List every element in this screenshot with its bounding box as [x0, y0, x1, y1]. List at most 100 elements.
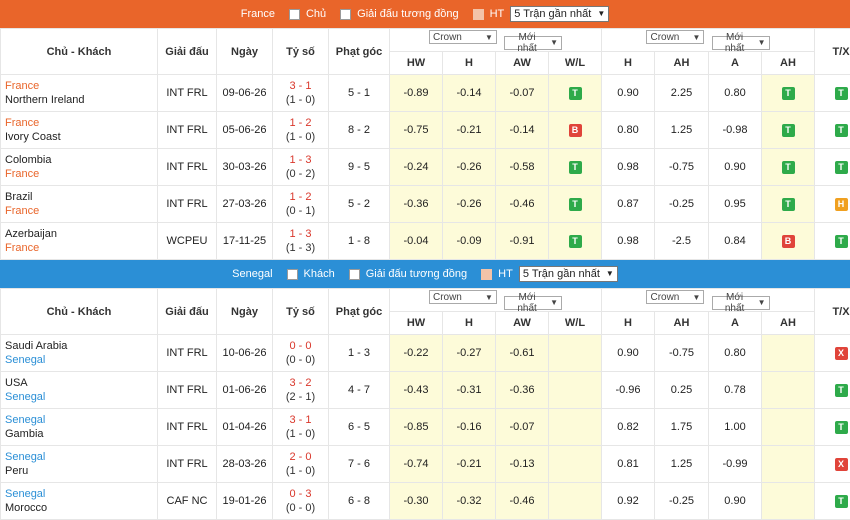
away-team[interactable]: Senegal — [5, 390, 157, 404]
ah-line: -0.75 — [655, 335, 709, 372]
home-team[interactable]: Senegal — [5, 487, 157, 501]
home-team[interactable]: Senegal — [5, 450, 157, 464]
odds-time-select-1[interactable]: Mới nhất▼ — [504, 36, 562, 50]
wl-badge: B — [569, 124, 582, 137]
bookmaker-select-2[interactable]: Crown▼ — [646, 290, 704, 304]
tx-badge: T — [835, 421, 848, 434]
col-h2: H — [602, 52, 655, 75]
score-cell: 3 - 1 (1 - 0) — [273, 75, 329, 112]
away-team[interactable]: Ivory Coast — [5, 130, 157, 144]
ah-a-odds: 0.80 — [709, 335, 762, 372]
table-row[interactable]: France Ivory Coast INT FRL 05-06-26 1 - … — [1, 112, 850, 149]
col-score: Tỷ số — [273, 289, 329, 335]
odds-time-select-1[interactable]: Mới nhất▼ — [504, 296, 562, 310]
col-corner: Phạt góc — [329, 29, 390, 75]
tx-badge: T — [835, 384, 848, 397]
table-row[interactable]: Saudi Arabia Senegal INT FRL 10-06-26 0 … — [1, 335, 850, 372]
tx-badge: T — [835, 235, 848, 248]
ah-line: 1.25 — [655, 112, 709, 149]
half-time-score: (0 - 0) — [273, 501, 328, 515]
ah-a-odds: -0.98 — [709, 112, 762, 149]
tx-badge: X — [835, 458, 848, 471]
same-league-checkbox[interactable] — [340, 9, 351, 20]
same-league-checkbox[interactable] — [349, 269, 360, 280]
ht-checkbox[interactable] — [481, 269, 492, 280]
ah-result-cell: T — [762, 75, 815, 112]
wl-badge: T — [569, 235, 582, 248]
odds-time-select-2[interactable]: Mới nhất▼ — [712, 296, 770, 310]
away-team[interactable]: Gambia — [5, 427, 157, 441]
table-row[interactable]: Senegal Gambia INT FRL 01-04-26 3 - 1 (1… — [1, 409, 850, 446]
teams-cell: Azerbaijan France — [1, 223, 158, 260]
chevron-down-icon: ▼ — [693, 293, 701, 302]
league-cell: INT FRL — [158, 75, 217, 112]
odds-time-value: Mới nhất — [716, 32, 754, 54]
home-team[interactable]: France — [5, 79, 157, 93]
chevron-down-icon: ▼ — [550, 298, 558, 307]
ah-result-cell — [762, 335, 815, 372]
home-team[interactable]: USA — [5, 376, 157, 390]
wl-badge: T — [569, 161, 582, 174]
tx-badge: X — [835, 347, 848, 360]
home-team[interactable]: Colombia — [5, 153, 157, 167]
tx-cell: T — [815, 75, 850, 112]
table-row[interactable]: France Northern Ireland INT FRL 09-06-26… — [1, 75, 850, 112]
ht-label: HT — [490, 8, 505, 20]
table-row[interactable]: Senegal Peru INT FRL 28-03-26 2 - 0 (1 -… — [1, 446, 850, 483]
chevron-down-icon: ▼ — [485, 293, 493, 302]
away-team[interactable]: Peru — [5, 464, 157, 478]
ah-result-cell: T — [762, 112, 815, 149]
col-aw: AW — [496, 52, 549, 75]
away-team[interactable]: France — [5, 167, 157, 181]
home-team[interactable]: France — [5, 116, 157, 130]
team-name: Senegal — [232, 268, 272, 280]
away-team[interactable]: Senegal — [5, 353, 157, 367]
odds-time-select-2[interactable]: Mới nhất▼ — [712, 36, 770, 50]
col-h: H — [443, 312, 496, 335]
col-league: Giải đấu — [158, 29, 217, 75]
aw-odds: -0.13 — [496, 446, 549, 483]
bookmaker-select-1[interactable]: Crown▼ — [429, 290, 497, 304]
match-count-select[interactable]: 5 Trận gần nhất▼ — [510, 6, 609, 22]
col-aw: AW — [496, 312, 549, 335]
ah-line: 0.25 — [655, 372, 709, 409]
ht-checkbox[interactable] — [473, 9, 484, 20]
table-row[interactable]: Azerbaijan France WCPEU 17-11-25 1 - 3 (… — [1, 223, 850, 260]
away-team[interactable]: Northern Ireland — [5, 93, 157, 107]
hw-odds: -0.89 — [390, 75, 443, 112]
col-wl: W/L — [549, 52, 602, 75]
home-away-checkbox[interactable] — [289, 9, 300, 20]
half-time-score: (2 - 1) — [273, 390, 328, 404]
col-h: H — [443, 52, 496, 75]
full-time-score: 0 - 0 — [273, 339, 328, 353]
home-team[interactable]: Saudi Arabia — [5, 339, 157, 353]
ah-h-odds: 0.90 — [602, 335, 655, 372]
ah-result-badge: B — [782, 235, 795, 248]
table-row[interactable]: USA Senegal INT FRL 01-06-26 3 - 2 (2 - … — [1, 372, 850, 409]
away-team[interactable]: France — [5, 241, 157, 255]
bookmaker-select-1[interactable]: Crown▼ — [429, 30, 497, 44]
ah-result-cell: B — [762, 223, 815, 260]
table-row[interactable]: Colombia France INT FRL 30-03-26 1 - 3 (… — [1, 149, 850, 186]
table-row[interactable]: Brazil France INT FRL 27-03-26 1 - 2 (0 … — [1, 186, 850, 223]
match-count-select[interactable]: 5 Trận gần nhất▼ — [519, 266, 618, 282]
bookmaker-select-2[interactable]: Crown▼ — [646, 30, 704, 44]
home-team[interactable]: Senegal — [5, 413, 157, 427]
match-count-value: 5 Trận gần nhất — [514, 7, 591, 21]
col-score: Tỷ số — [273, 29, 329, 75]
home-team[interactable]: Brazil — [5, 190, 157, 204]
corner-cell: 5 - 1 — [329, 75, 390, 112]
odds-1x2-selectors: Crown▼ Mới nhất▼ — [390, 289, 602, 312]
filter-bar: Senegal Khách Giải đấu tương đồng HT 5 T… — [0, 260, 850, 288]
home-away-checkbox[interactable] — [287, 269, 298, 280]
ah-line: 1.25 — [655, 446, 709, 483]
ah-result-cell — [762, 409, 815, 446]
col-tx: T/X — [815, 289, 850, 335]
ah-a-odds: 1.00 — [709, 409, 762, 446]
away-team[interactable]: France — [5, 204, 157, 218]
col-corner: Phạt góc — [329, 289, 390, 335]
teams-cell: Saudi Arabia Senegal — [1, 335, 158, 372]
aw-odds: -0.36 — [496, 372, 549, 409]
home-team[interactable]: Azerbaijan — [5, 227, 157, 241]
away-team[interactable]: Morocco — [5, 501, 157, 515]
